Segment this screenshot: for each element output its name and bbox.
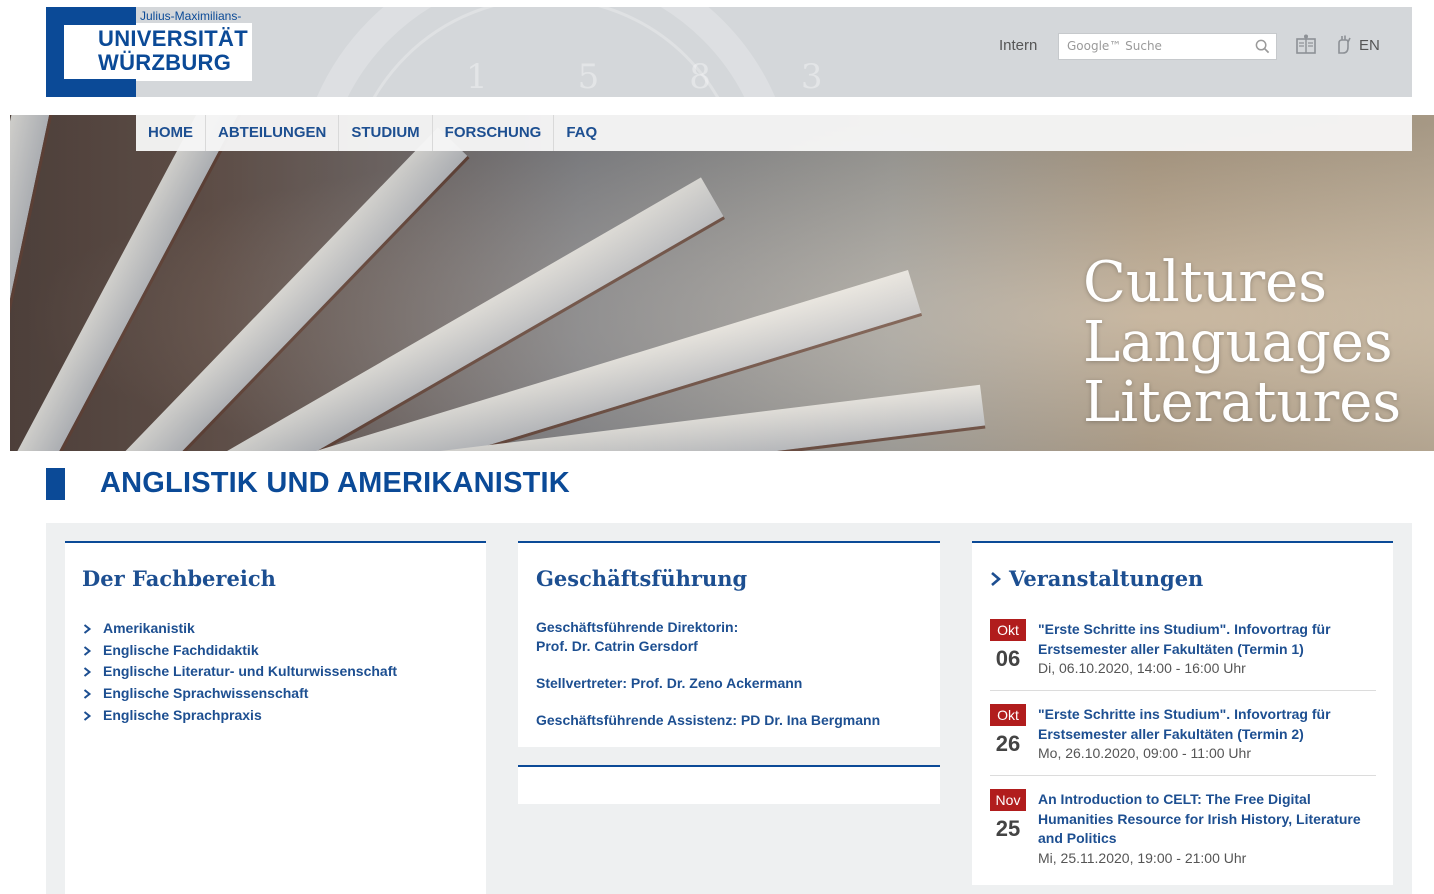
event-day: 25 bbox=[995, 816, 1021, 841]
link-label: Englische Sprachwissenschaft bbox=[103, 685, 309, 702]
event-title: An Introduction to CELT: The Free Digita… bbox=[1038, 790, 1368, 868]
event-day: 06 bbox=[995, 646, 1021, 671]
chevron-right-icon bbox=[83, 645, 92, 656]
event-title-text[interactable]: An Introduction to CELT: The Free Digita… bbox=[1038, 791, 1361, 846]
chevron-right-icon bbox=[83, 689, 92, 699]
hero-line-literatures: Literatures bbox=[1083, 370, 1402, 435]
intern-link[interactable]: Intern bbox=[999, 37, 1037, 54]
link-label: Englische Literatur- und Kulturwissensch… bbox=[103, 663, 398, 680]
card-heading-veranstaltungen: Veranstaltungen bbox=[1009, 566, 1204, 591]
event-month-badge: Okt bbox=[990, 619, 1026, 641]
link-sprachwissenschaft[interactable]: Englische Sprachwissenschaft bbox=[83, 683, 397, 705]
link-amerikanistik[interactable]: Amerikanistik bbox=[83, 618, 397, 640]
link-label: Englische Sprachpraxis bbox=[103, 706, 262, 723]
event-day: 26 bbox=[995, 731, 1021, 756]
event-separator bbox=[990, 775, 1376, 776]
logo-title: UNIVERSITÄT WÜRZBURG bbox=[98, 27, 248, 75]
sign-language-icon[interactable] bbox=[1331, 33, 1355, 57]
deputy-link[interactable]: Stellvertreter: Prof. Dr. Zeno Ackermann bbox=[536, 674, 926, 693]
event-datetime: Mo, 26.10.2020, 09:00 - 11:00 Uhr bbox=[1038, 745, 1251, 761]
link-sprachpraxis[interactable]: Englische Sprachpraxis bbox=[83, 705, 397, 727]
nav-faq[interactable]: FAQ bbox=[554, 115, 609, 151]
event-datetime: Di, 06.10.2020, 14:00 - 16:00 Uhr bbox=[1038, 660, 1246, 676]
hero-banner: Cultures Languages Literatures bbox=[10, 115, 1434, 451]
language-switch-en[interactable]: EN bbox=[1359, 37, 1380, 54]
chevron-right-icon bbox=[991, 571, 1001, 586]
link-englische-fachdidaktik[interactable]: Englische Fachdidaktik bbox=[83, 640, 397, 662]
main-navigation: HOME ABTEILUNGEN STUDIUM FORSCHUNG FAQ bbox=[136, 115, 1412, 151]
event-separator bbox=[990, 690, 1376, 691]
director-name[interactable]: Prof. Dr. Catrin Gersdorf bbox=[536, 637, 926, 656]
link-literatur-kulturwissenschaft[interactable]: Englische Literatur- und Kulturwissensch… bbox=[83, 661, 397, 683]
assistant-link[interactable]: Geschäftsführende Assistenz: PD Dr. Ina … bbox=[536, 711, 926, 730]
card-veranstaltungen: Veranstaltungen Okt 06 "Erste Schritte i… bbox=[972, 541, 1393, 885]
chevron-right-icon bbox=[83, 624, 92, 634]
veranstaltungen-heading-link[interactable]: Veranstaltungen bbox=[990, 566, 1203, 591]
card-fachbereich: Der Fachbereich Amerikanistik Englische … bbox=[65, 541, 486, 894]
page-title: ANGLISTIK UND AMERIKANISTIK bbox=[100, 467, 570, 499]
search-placeholder: Google™ Suche bbox=[1067, 39, 1162, 53]
event-title-text[interactable]: "Erste Schritte ins Studium". Infovortra… bbox=[1038, 706, 1331, 742]
link-label: Amerikanistik bbox=[103, 620, 195, 636]
card-heading-fachbereich: Der Fachbereich bbox=[82, 566, 276, 591]
easy-language-icon[interactable] bbox=[1294, 33, 1318, 57]
nav-abteilungen[interactable]: ABTEILUNGEN bbox=[206, 115, 340, 151]
geschaeftsfuehrung-contacts: Geschäftsführende Direktorin: Prof. Dr. … bbox=[536, 618, 926, 730]
logo-title-line1: UNIVERSITÄT bbox=[98, 26, 248, 51]
event-month-badge: Nov bbox=[990, 789, 1026, 811]
search-input[interactable]: Google™ Suche bbox=[1058, 33, 1277, 60]
nav-studium[interactable]: STUDIUM bbox=[339, 115, 433, 151]
logo-subtitle: Julius-Maximilians- bbox=[140, 9, 242, 23]
hero-tagline: Cultures Languages Literatures bbox=[1083, 253, 1401, 433]
search-icon[interactable] bbox=[1255, 39, 1270, 54]
chevron-right-icon bbox=[83, 710, 92, 721]
chevron-right-icon bbox=[83, 667, 92, 678]
link-label: Englische Fachdidaktik bbox=[103, 641, 259, 658]
event-title: "Erste Schritte ins Studium". Infovortra… bbox=[1038, 705, 1368, 764]
event-datetime: Mi, 25.11.2020, 19:00 - 21:00 Uhr bbox=[1038, 849, 1247, 866]
card-heading-geschaeftsfuehrung: Geschäftsführung bbox=[536, 566, 748, 591]
fachbereich-link-list: Amerikanistik Englische Fachdidaktik Eng… bbox=[83, 618, 397, 726]
hero-line-languages: Languages bbox=[1083, 310, 1393, 375]
event-month-badge: Okt bbox=[990, 704, 1026, 726]
event-title-text[interactable]: "Erste Schritte ins Studium". Infovortra… bbox=[1038, 621, 1331, 657]
director-label[interactable]: Geschäftsführende Direktorin: bbox=[536, 618, 926, 637]
title-accent-bar bbox=[46, 468, 65, 500]
nav-home[interactable]: HOME bbox=[136, 115, 206, 151]
card-geschaeftsfuehrung: Geschäftsführung Geschäftsführende Direk… bbox=[518, 541, 940, 747]
nav-forschung[interactable]: FORSCHUNG bbox=[433, 115, 555, 151]
seal-year-watermark: 1583 bbox=[466, 57, 913, 97]
hero-line-cultures: Cultures bbox=[1083, 250, 1328, 315]
logo-title-line2: WÜRZBURG bbox=[98, 50, 232, 75]
event-title: "Erste Schritte ins Studium". Infovortra… bbox=[1038, 620, 1368, 679]
site-header: 1583 Julius-Maximilians- UNIVERSITÄT WÜR… bbox=[46, 7, 1412, 97]
card-empty-panel bbox=[518, 765, 940, 804]
